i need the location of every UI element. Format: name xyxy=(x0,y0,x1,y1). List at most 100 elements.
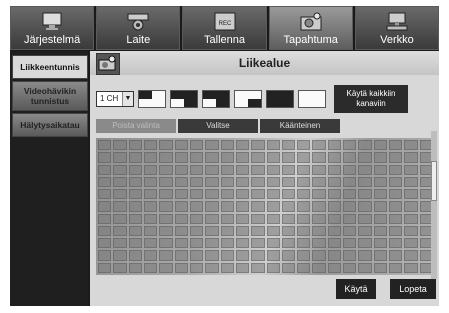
grid-cell[interactable] xyxy=(312,213,326,224)
grid-cell[interactable] xyxy=(205,262,219,273)
grid-cell[interactable] xyxy=(404,189,418,200)
grid-cell[interactable] xyxy=(189,262,204,273)
grid-cell[interactable] xyxy=(98,250,112,261)
grid-cell[interactable] xyxy=(174,189,188,200)
grid-cell[interactable] xyxy=(404,140,418,151)
grid-cell[interactable] xyxy=(189,250,204,261)
grid-cell[interactable] xyxy=(128,201,142,212)
split-bottom-right-button[interactable] xyxy=(202,89,230,108)
grid-cell[interactable] xyxy=(281,164,296,175)
split-top-right-button[interactable] xyxy=(170,89,198,108)
grid-cell[interactable] xyxy=(251,225,265,237)
grid-cell[interactable] xyxy=(404,262,418,273)
grid-cell[interactable] xyxy=(327,213,342,224)
grid-cell[interactable] xyxy=(98,152,112,163)
grid-cell[interactable] xyxy=(113,152,127,163)
grid-cell[interactable] xyxy=(128,152,142,163)
grid-cell[interactable] xyxy=(281,140,296,151)
grid-cell[interactable] xyxy=(143,213,158,224)
grid-cell[interactable] xyxy=(373,262,388,273)
grid-cell[interactable] xyxy=(389,213,403,224)
grid-cell[interactable] xyxy=(297,189,311,200)
grid-cell[interactable] xyxy=(358,262,372,273)
grid-cell[interactable] xyxy=(235,140,250,151)
grid-cell[interactable] xyxy=(389,164,403,175)
split-empty-button[interactable] xyxy=(298,89,326,108)
grid-cell[interactable] xyxy=(143,164,158,175)
grid-cell[interactable] xyxy=(98,176,112,188)
grid-cell[interactable] xyxy=(358,238,372,249)
grid-cell[interactable] xyxy=(266,225,280,237)
grid-cell[interactable] xyxy=(143,262,158,273)
grid-cell[interactable] xyxy=(128,225,142,237)
grid-cell[interactable] xyxy=(297,238,311,249)
grid-cell[interactable] xyxy=(205,164,219,175)
grid-cell[interactable] xyxy=(174,201,188,212)
grid-cell[interactable] xyxy=(113,213,127,224)
grid-cell[interactable] xyxy=(220,152,234,163)
grid-cell[interactable] xyxy=(143,152,158,163)
grid-cell[interactable] xyxy=(343,225,357,237)
grid-cell[interactable] xyxy=(220,189,234,200)
grid-cell[interactable] xyxy=(358,201,372,212)
grid-cell[interactable] xyxy=(174,164,188,175)
grid-cell[interactable] xyxy=(327,140,342,151)
grid-cell[interactable] xyxy=(358,250,372,261)
grid-cell[interactable] xyxy=(281,225,296,237)
grid-cell[interactable] xyxy=(159,213,173,224)
grid-cell[interactable] xyxy=(235,189,250,200)
grid-cell[interactable] xyxy=(98,189,112,200)
grid-cell[interactable] xyxy=(128,189,142,200)
grid-cell[interactable] xyxy=(266,201,280,212)
grid-cell[interactable] xyxy=(297,201,311,212)
grid-cell[interactable] xyxy=(98,201,112,212)
grid-cell[interactable] xyxy=(373,189,388,200)
grid-cell[interactable] xyxy=(113,225,127,237)
grid-cell[interactable] xyxy=(98,213,112,224)
grid-cell[interactable] xyxy=(189,189,204,200)
grid-cell[interactable] xyxy=(128,250,142,261)
grid-cell[interactable] xyxy=(159,189,173,200)
grid-cell[interactable] xyxy=(205,225,219,237)
grid-cell[interactable] xyxy=(174,213,188,224)
grid-cell[interactable] xyxy=(266,189,280,200)
tab-verkko[interactable]: Verkko xyxy=(354,6,440,50)
grid-cell[interactable] xyxy=(235,238,250,249)
close-button[interactable]: Lopeta xyxy=(390,279,436,299)
grid-cell[interactable] xyxy=(404,152,418,163)
grid-cell[interactable] xyxy=(327,164,342,175)
grid-cell[interactable] xyxy=(389,189,403,200)
grid-cell[interactable] xyxy=(189,238,204,249)
grid-cell[interactable] xyxy=(327,262,342,273)
grid-cell[interactable] xyxy=(358,213,372,224)
grid-cell[interactable] xyxy=(281,250,296,261)
grid-cell[interactable] xyxy=(220,250,234,261)
grid-cell[interactable] xyxy=(327,201,342,212)
grid-cell[interactable] xyxy=(327,225,342,237)
grid-cell[interactable] xyxy=(373,176,388,188)
grid-cell[interactable] xyxy=(205,140,219,151)
grid-cell[interactable] xyxy=(159,176,173,188)
split-top-left-button[interactable] xyxy=(138,89,166,108)
grid-cell[interactable] xyxy=(373,250,388,261)
grid-cell[interactable] xyxy=(312,140,326,151)
grid-cell[interactable] xyxy=(343,250,357,261)
grid-cell[interactable] xyxy=(174,250,188,261)
grid-cell[interactable] xyxy=(297,213,311,224)
sidebar-item-alarm-schedule[interactable]: Hälytysaikatau xyxy=(12,113,88,137)
grid-cell[interactable] xyxy=(251,164,265,175)
grid-cell[interactable] xyxy=(312,250,326,261)
grid-cell[interactable] xyxy=(113,189,127,200)
grid-cell[interactable] xyxy=(358,189,372,200)
grid-cell[interactable] xyxy=(159,140,173,151)
sidebar-item-motion-detection[interactable]: Liikkeentunnis xyxy=(12,55,88,79)
grid-cell[interactable] xyxy=(235,225,250,237)
grid-cell[interactable] xyxy=(235,164,250,175)
grid-cell[interactable] xyxy=(251,238,265,249)
grid-cell[interactable] xyxy=(404,238,418,249)
grid-cell[interactable] xyxy=(174,176,188,188)
grid-cell[interactable] xyxy=(235,176,250,188)
grid-cell[interactable] xyxy=(373,164,388,175)
grid-cell[interactable] xyxy=(312,201,326,212)
grid-cell[interactable] xyxy=(159,262,173,273)
